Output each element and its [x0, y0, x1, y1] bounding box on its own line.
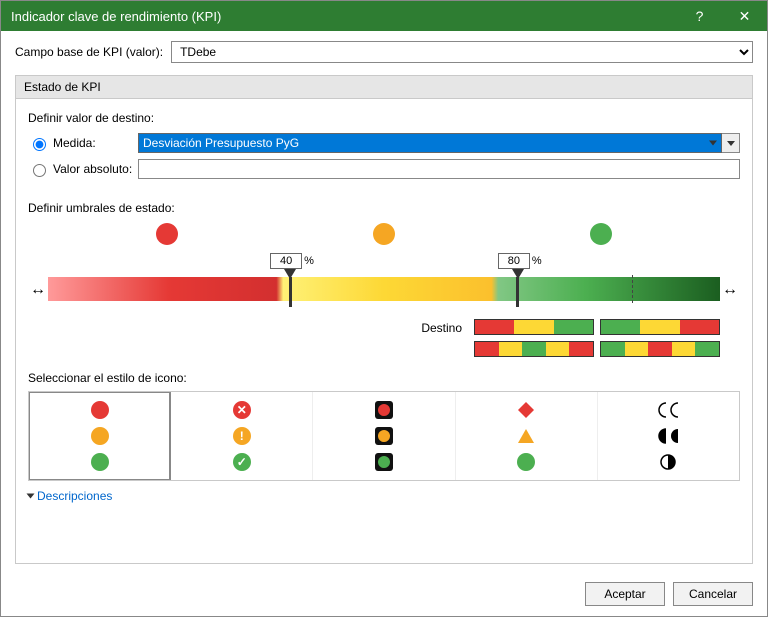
- pie-row3-icon: [658, 452, 678, 472]
- measure-dropdown-button[interactable]: [722, 133, 740, 153]
- icon-set-squares[interactable]: [313, 392, 455, 480]
- pct-2: %: [532, 255, 542, 267]
- measure-radio[interactable]: [33, 138, 46, 151]
- section-body: Definir valor de destino: Medida: Desvia…: [15, 99, 753, 564]
- slider-arrow-left-icon[interactable]: ↔: [30, 281, 46, 299]
- legend-dots: [58, 223, 710, 245]
- define-target-label: Definir valor de destino:: [28, 111, 740, 125]
- icon-style-label: Seleccionar el estilo de icono:: [28, 371, 740, 385]
- close-button[interactable]: ✕: [722, 1, 767, 31]
- preset-gyr[interactable]: [600, 319, 720, 335]
- threshold-2-input[interactable]: [498, 253, 530, 269]
- measure-value[interactable]: Desviación Presupuesto PyG: [138, 133, 722, 153]
- preset-ryg[interactable]: [474, 319, 594, 335]
- green-dot-icon: [90, 452, 110, 472]
- pct-1: %: [304, 255, 314, 267]
- abs-label: Valor absoluto:: [53, 162, 132, 176]
- descriptions-link[interactable]: Descripciones: [28, 489, 740, 503]
- abs-row: Valor absoluto:: [28, 159, 740, 179]
- x-badge-icon: ✕: [232, 400, 252, 420]
- red-square-icon: [374, 400, 394, 420]
- help-button[interactable]: ?: [677, 1, 722, 31]
- titlebar: Indicador clave de rendimiento (KPI) ? ✕: [1, 1, 767, 31]
- icon-set-pies[interactable]: [598, 392, 739, 480]
- section-header: Estado de KPI: [15, 75, 753, 99]
- define-thresholds-label: Definir umbrales de estado:: [28, 201, 740, 215]
- circle-icon: [516, 452, 536, 472]
- measure-row: Medida: Desviación Presupuesto PyG: [28, 133, 740, 153]
- threshold-slider[interactable]: ↔ ↔ % %: [28, 253, 740, 313]
- icon-sets: ✕ ! ✓: [28, 391, 740, 481]
- base-field-row: Campo base de KPI (valor): TDebe: [15, 41, 753, 63]
- cancel-button[interactable]: Cancelar: [673, 582, 753, 606]
- preset-gyr2[interactable]: [600, 341, 720, 357]
- triangle-icon: [516, 426, 536, 446]
- measure-label: Medida:: [53, 136, 96, 150]
- destino-label: Destino: [421, 321, 462, 335]
- icon-set-traffic[interactable]: [29, 392, 171, 480]
- warn-badge-icon: !: [232, 426, 252, 446]
- gradient-bar: [48, 277, 720, 301]
- amber-dot-icon: [90, 426, 110, 446]
- legend-green-icon: [590, 223, 612, 245]
- base-field-label: Campo base de KPI (valor):: [15, 45, 163, 59]
- direction-presets: [474, 319, 720, 357]
- kpi-dialog: Indicador clave de rendimiento (KPI) ? ✕…: [0, 0, 768, 617]
- threshold-handle-1[interactable]: %: [270, 253, 310, 307]
- amber-square-icon: [374, 426, 394, 446]
- legend-amber-icon: [373, 223, 395, 245]
- abs-input[interactable]: [138, 159, 740, 179]
- content: Campo base de KPI (valor): TDebe Estado …: [1, 31, 767, 572]
- measure-combo[interactable]: Desviación Presupuesto PyG: [138, 133, 740, 153]
- abs-radio[interactable]: [33, 164, 46, 177]
- check-badge-icon: ✓: [232, 452, 252, 472]
- icon-set-shapes[interactable]: [456, 392, 598, 480]
- legend-red-icon: [156, 223, 178, 245]
- threshold-handle-2[interactable]: %: [498, 253, 538, 307]
- icon-set-badges[interactable]: ✕ ! ✓: [171, 392, 313, 480]
- slider-arrow-right-icon[interactable]: ↔: [722, 281, 738, 299]
- destino-row: Destino: [28, 319, 740, 357]
- base-field-select[interactable]: TDebe: [171, 41, 753, 63]
- pie-row1-icon: [658, 400, 678, 420]
- thresholds: Definir umbrales de estado: ↔ ↔ %: [28, 199, 740, 357]
- preset-ryg2[interactable]: [474, 341, 594, 357]
- diamond-icon: [516, 400, 536, 420]
- threshold-1-input[interactable]: [270, 253, 302, 269]
- footer: Aceptar Cancelar: [1, 572, 767, 616]
- pie-row2-icon: [658, 426, 678, 446]
- destino-marker: [632, 275, 633, 303]
- green-square-icon: [374, 452, 394, 472]
- window-title: Indicador clave de rendimiento (KPI): [11, 9, 677, 24]
- red-dot-icon: [90, 400, 110, 420]
- ok-button[interactable]: Aceptar: [585, 582, 665, 606]
